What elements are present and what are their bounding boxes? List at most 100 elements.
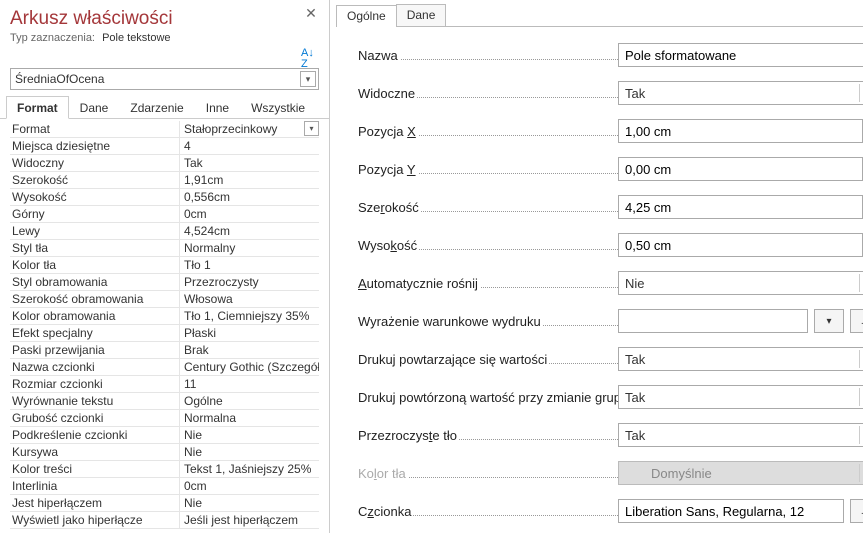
chevron-down-icon[interactable]: ▾	[859, 274, 863, 292]
property-value[interactable]: 0cm	[180, 206, 319, 222]
property-value[interactable]: Tekst 1, Jaśniejszy 25%	[180, 461, 319, 477]
chevron-down-icon[interactable]: ▾	[859, 350, 863, 368]
property-label: Grubość czcionki	[10, 410, 180, 426]
print-condition-input[interactable]	[618, 309, 808, 333]
selection-type: Typ zaznaczenia: Pole tekstowe	[10, 32, 319, 44]
property-value[interactable]: Jeśli jest hiperłączem	[180, 512, 319, 528]
property-value[interactable]: Ogólne	[180, 393, 319, 409]
property-value[interactable]: 0cm	[180, 478, 319, 494]
close-icon[interactable]: ✕	[303, 6, 319, 22]
chevron-down-icon: ▾	[859, 464, 863, 482]
property-row[interactable]: Kolor tłaTło 1	[10, 257, 319, 274]
rtab-ogólne[interactable]: Ogólne	[336, 5, 397, 27]
property-value[interactable]: Brak	[180, 342, 319, 358]
font-input[interactable]	[618, 499, 844, 523]
posy-label: Pozycja Y	[358, 162, 418, 177]
sort-az-button[interactable]: A↓Z	[301, 48, 319, 66]
property-label: Styl obramowania	[10, 274, 180, 290]
property-row[interactable]: Wyrównanie tekstuOgólne	[10, 393, 319, 410]
property-row[interactable]: Jest hiperłączemNie	[10, 495, 319, 512]
tab-format[interactable]: Format	[6, 96, 69, 119]
autogrow-label: Automatycznie rośnij	[358, 276, 480, 291]
property-row[interactable]: Nazwa czcionkiCentury Gothic (Szczegół)	[10, 359, 319, 376]
property-row[interactable]: KursywaNie	[10, 444, 319, 461]
property-value[interactable]: Normalna	[180, 410, 319, 426]
property-value[interactable]: 4,524cm	[180, 223, 319, 239]
property-label: Górny	[10, 206, 180, 222]
property-row[interactable]: Styl tłaNormalny	[10, 240, 319, 257]
transparent-bg-combo[interactable]: Tak▾	[618, 423, 863, 447]
property-value[interactable]: Century Gothic (Szczegół)	[180, 359, 319, 375]
property-value[interactable]: Nie	[180, 444, 319, 460]
property-label: Podkreślenie czcionki	[10, 427, 180, 443]
property-value[interactable]: 4	[180, 138, 319, 154]
property-value[interactable]: Przezroczysty	[180, 274, 319, 290]
chevron-down-icon[interactable]: ▾	[300, 71, 316, 87]
selection-type-label: Typ zaznaczenia:	[10, 32, 95, 44]
property-row[interactable]: Efekt specjalnyPłaski	[10, 325, 319, 342]
tab-dane[interactable]: Dane	[69, 96, 120, 119]
visible-combo[interactable]: Tak▾	[618, 81, 863, 105]
repeat-values-label: Drukuj powtarzające się wartości	[358, 352, 549, 367]
bgcolor-combo: Domyślnie▾	[618, 461, 863, 485]
property-row[interactable]: Szerokość obramowaniaWłosowa	[10, 291, 319, 308]
object-selector[interactable]: ŚredniaOfOcena ▾	[10, 68, 319, 90]
property-row[interactable]: Lewy4,524cm	[10, 223, 319, 240]
tab-inne[interactable]: Inne	[195, 96, 240, 119]
property-value[interactable]: Tło 1, Ciemniejszy 35%	[180, 308, 319, 324]
condition-dropdown-button[interactable]: ▾	[814, 309, 844, 333]
height-input[interactable]	[618, 233, 862, 257]
property-value[interactable]: Nie	[180, 495, 319, 511]
tab-wszystkie[interactable]: Wszystkie	[240, 96, 316, 119]
repeat-values-combo[interactable]: Tak▾	[618, 347, 863, 371]
property-row[interactable]: Wyświetl jako hiperłączeJeśli jest hiper…	[10, 512, 319, 529]
property-value[interactable]: Normalny	[180, 240, 319, 256]
chevron-down-icon[interactable]: ▾	[859, 388, 863, 406]
property-row[interactable]: Interlinia0cm	[10, 478, 319, 495]
property-value[interactable]: Nie	[180, 427, 319, 443]
chevron-down-icon[interactable]: ▾	[304, 121, 319, 136]
property-label: Kursywa	[10, 444, 180, 460]
posy-input[interactable]	[618, 157, 862, 181]
property-tabs: FormatDaneZdarzenieInneWszystkie	[0, 96, 329, 119]
property-row[interactable]: Grubość czcionkiNormalna	[10, 410, 319, 427]
property-row[interactable]: Wysokość0,556cm	[10, 189, 319, 206]
chevron-down-icon[interactable]: ▾	[859, 426, 863, 444]
property-value[interactable]: Tło 1	[180, 257, 319, 273]
property-row[interactable]: Kolor obramowaniaTło 1, Ciemniejszy 35%	[10, 308, 319, 325]
chevron-down-icon[interactable]: ▾	[859, 84, 863, 102]
autogrow-combo[interactable]: Nie▾	[618, 271, 863, 295]
property-value[interactable]: Tak	[180, 155, 319, 171]
property-label: Efekt specjalny	[10, 325, 180, 341]
property-label: Lewy	[10, 223, 180, 239]
property-label: Paski przewijania	[10, 342, 180, 358]
property-row[interactable]: FormatStałoprzecinkowy▾	[10, 121, 319, 138]
rtab-dane[interactable]: Dane	[396, 4, 447, 26]
name-input[interactable]	[618, 43, 863, 67]
property-label: Jest hiperłączem	[10, 495, 180, 511]
property-row[interactable]: Podkreślenie czcionkiNie	[10, 427, 319, 444]
property-row[interactable]: Paski przewijaniaBrak	[10, 342, 319, 359]
property-label: Kolor obramowania	[10, 308, 180, 324]
property-row[interactable]: Styl obramowaniaPrzezroczysty	[10, 274, 319, 291]
property-value[interactable]: 0,556cm	[180, 189, 319, 205]
property-row[interactable]: Miejsca dziesiętne4	[10, 138, 319, 155]
property-value[interactable]: Włosowa	[180, 291, 319, 307]
property-row[interactable]: Szerokość1,91cm	[10, 172, 319, 189]
property-label: Interlinia	[10, 478, 180, 494]
property-value[interactable]: Płaski	[180, 325, 319, 341]
font-browse-button[interactable]: ...	[850, 499, 863, 523]
property-row[interactable]: WidocznyTak	[10, 155, 319, 172]
tab-zdarzenie[interactable]: Zdarzenie	[119, 96, 194, 119]
width-input[interactable]	[618, 195, 862, 219]
property-value[interactable]: 1,91cm	[180, 172, 319, 188]
selection-type-value: Pole tekstowe	[102, 32, 170, 44]
posx-input[interactable]	[618, 119, 862, 143]
property-value[interactable]: Stałoprzecinkowy▾	[180, 121, 319, 137]
property-row[interactable]: Kolor treściTekst 1, Jaśniejszy 25%	[10, 461, 319, 478]
property-value[interactable]: 11	[180, 376, 319, 392]
property-row[interactable]: Rozmiar czcionki11	[10, 376, 319, 393]
repeat-on-group-combo[interactable]: Tak▾	[618, 385, 863, 409]
property-row[interactable]: Górny0cm	[10, 206, 319, 223]
condition-browse-button[interactable]: ...	[850, 309, 863, 333]
